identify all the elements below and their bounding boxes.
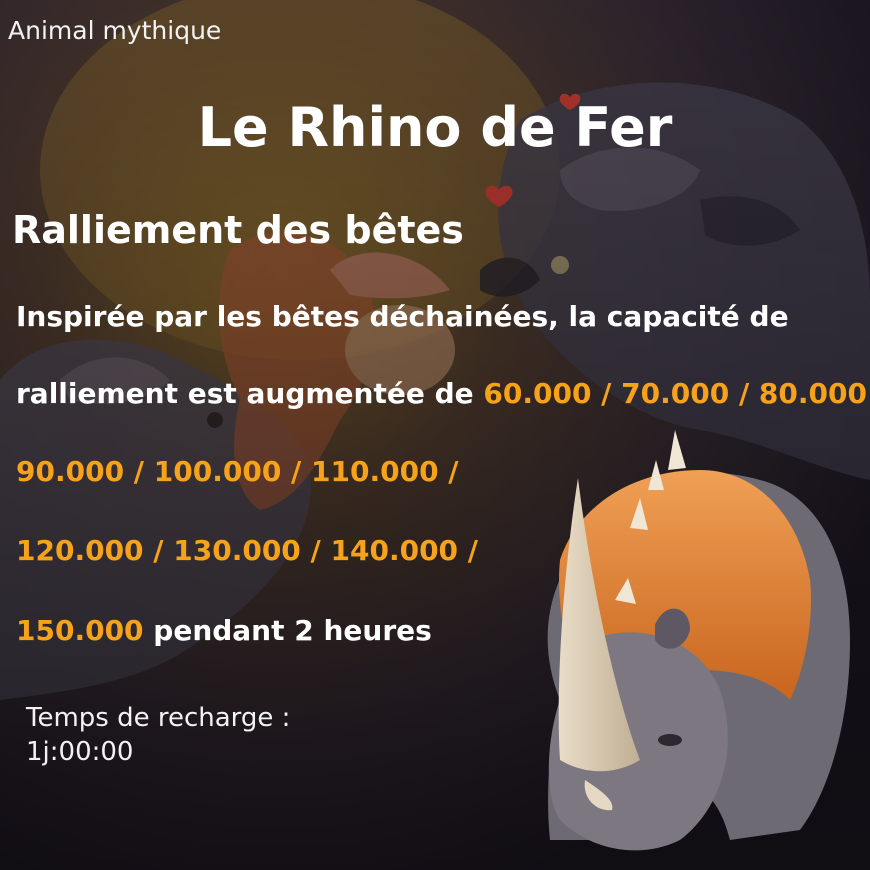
- description-line: Inspirée par les bêtes déchainées, la ca…: [16, 300, 789, 333]
- category-label: Animal mythique: [8, 16, 222, 45]
- bonus-values: 60.000 / 70.000 / 80.000: [483, 377, 867, 410]
- bonus-values: 120.000 / 130.000 / 140.000 /: [16, 534, 479, 567]
- description-text: pendant 2 heures: [143, 614, 432, 647]
- bonus-values: 150.000: [16, 614, 144, 647]
- description-text: ralliement est augmentée de: [16, 377, 484, 410]
- page-title: Le Rhino de Fer: [197, 96, 673, 159]
- description-line: ralliement est augmentée de 60.000 / 70.…: [16, 377, 867, 410]
- bonus-values: 90.000 / 100.000 / 110.000 /: [16, 455, 459, 488]
- cooldown-label: Temps de recharge :: [26, 703, 291, 733]
- cooldown-block: Temps de recharge : 1j:00:00: [26, 701, 290, 769]
- description-line: 150.000 pendant 2 heures: [16, 614, 432, 647]
- skill-name: Ralliement des bêtes: [12, 208, 464, 252]
- cooldown-value: 1j:00:00: [26, 737, 134, 767]
